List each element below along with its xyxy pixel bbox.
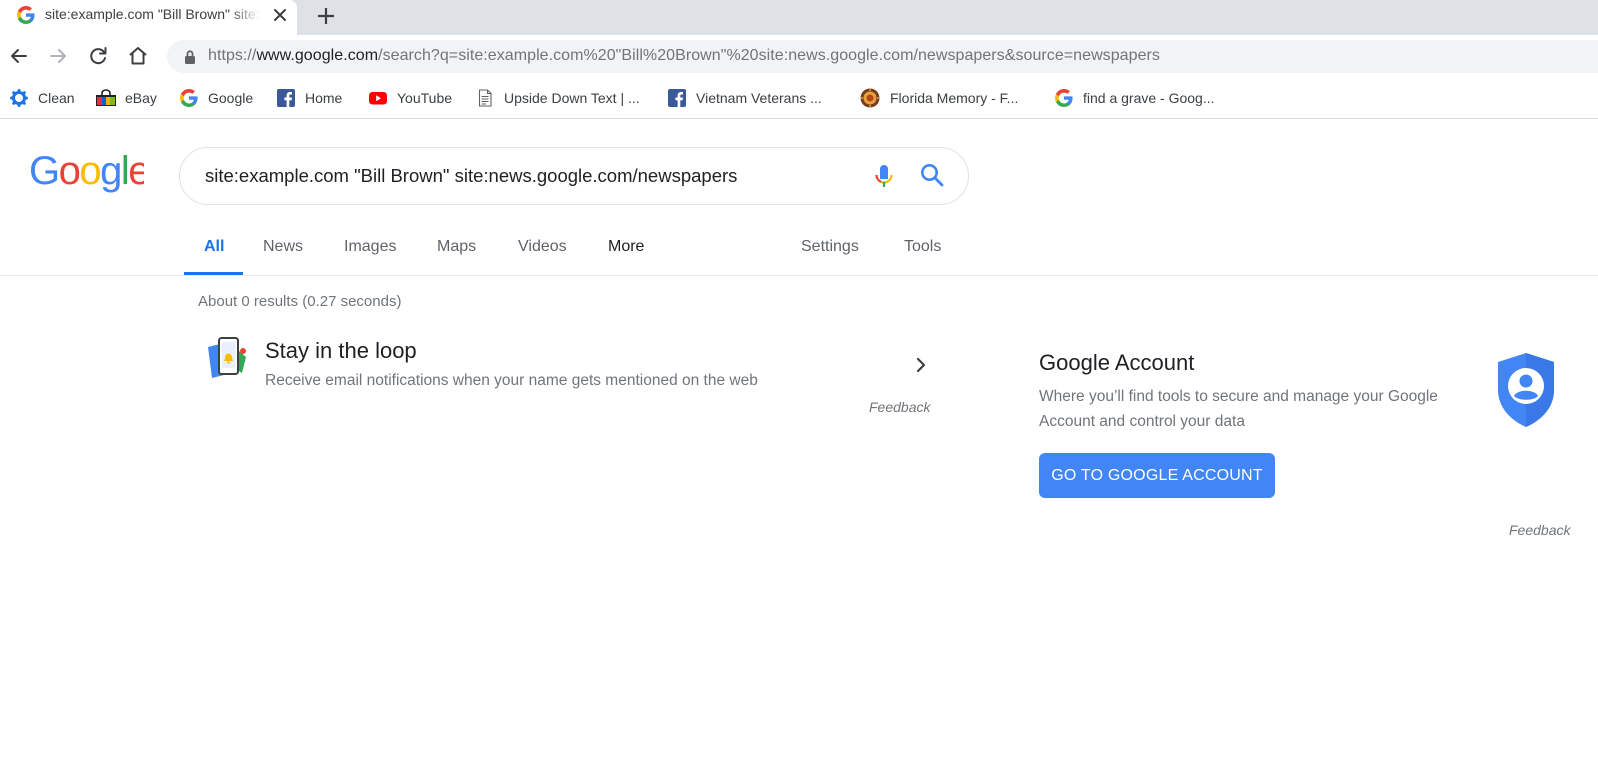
address-bar[interactable]: https://www.google.com/search?q=site:exa… [167, 40, 1598, 73]
account-shield-icon [1498, 353, 1554, 427]
lock-icon[interactable] [183, 49, 197, 65]
feedback-link[interactable]: Feedback [869, 399, 930, 415]
account-description: Where you’ll find tools to secure and ma… [1039, 388, 1438, 430]
url-prefix: https:// [208, 47, 257, 64]
tab-tools[interactable]: Tools [904, 238, 941, 256]
bookmark-label: Vietnam Veterans ... [696, 90, 822, 106]
facebook-icon [668, 89, 686, 107]
bookmark-label: YouTube [397, 90, 453, 106]
bookmark-ebay[interactable]: eBay [95, 86, 157, 110]
bookmark-label: Florida Memory - F... [890, 90, 1019, 106]
bookmark-home[interactable]: Home [277, 86, 342, 110]
home-icon[interactable] [126, 44, 150, 68]
plus-icon[interactable] [314, 4, 338, 28]
document-icon [478, 89, 492, 107]
bookmark-label: Clean [38, 90, 75, 106]
google-g-icon [17, 6, 35, 24]
facebook-icon [277, 89, 295, 107]
browser-toolbar: https://www.google.com/search?q=site:exa… [0, 35, 1598, 78]
bookmark-label: Google [208, 90, 254, 106]
shopping-bag-icon [96, 89, 116, 106]
forward-arrow-icon[interactable] [46, 44, 70, 68]
tab-news[interactable]: News [263, 238, 303, 256]
url-text: https://www.google.com/search?q=site:exa… [208, 47, 1160, 65]
bookmark-label: eBay [125, 90, 157, 106]
search-icon[interactable] [919, 162, 945, 188]
search-tabs: All News Images Maps Videos More Setting… [0, 230, 1598, 276]
reload-icon[interactable] [86, 44, 110, 68]
url-path: /search?q=site:example.com%20"Bill%20Bro… [378, 47, 1160, 64]
bookmark-label: Home [305, 90, 343, 106]
google-logo[interactable]: Google [29, 151, 144, 193]
tab-strip: site:example.com "Bill Brown" site:news.… [0, 0, 1598, 35]
result-stats: About 0 results (0.27 seconds) [198, 293, 402, 310]
bookmark-label: Upside Down Text | ... [504, 90, 640, 106]
account-title: Google Account [1039, 350, 1195, 375]
bookmarks-bar: Clean eBay Google Home YouTube Upside Do… [0, 78, 1598, 119]
feedback-link[interactable]: Feedback [1509, 522, 1570, 538]
active-tab-indicator [184, 272, 243, 275]
search-box[interactable]: site:example.com "Bill Brown" site:news.… [179, 147, 969, 205]
bookmark-upside-down-text[interactable]: Upside Down Text | ... [476, 86, 640, 110]
go-to-google-account-button[interactable]: GO TO GOOGLE ACCOUNT [1039, 453, 1275, 498]
youtube-icon [369, 92, 387, 105]
chevron-right-icon[interactable] [912, 354, 930, 376]
loop-title[interactable]: Stay in the loop [265, 338, 417, 364]
bookmark-vietnam-veterans[interactable]: Vietnam Veterans ... [668, 86, 822, 110]
search-input[interactable]: site:example.com "Bill Brown" site:news.… [205, 165, 737, 187]
tab-videos[interactable]: Videos [518, 238, 567, 256]
tab-settings[interactable]: Settings [801, 238, 859, 256]
bookmark-find-a-grave[interactable]: find a grave - Goog... [1055, 86, 1215, 110]
bookmark-google[interactable]: Google [180, 86, 253, 110]
svg-text:Google: Google [29, 151, 144, 193]
bookmark-clean[interactable]: Clean [10, 86, 75, 110]
browser-tab[interactable]: site:example.com "Bill Brown" site:news.… [0, 0, 297, 35]
gear-icon [10, 89, 28, 107]
florida-seal-icon [860, 88, 880, 108]
google-g-icon [180, 89, 198, 107]
google-g-icon [1055, 89, 1073, 107]
bookmark-label: find a grave - Goog... [1083, 90, 1215, 106]
tab-title: site:example.com "Bill Brown" site:news.… [45, 6, 261, 22]
tab-images[interactable]: Images [344, 238, 396, 256]
back-arrow-icon[interactable] [7, 44, 31, 68]
url-host: www.google.com [256, 47, 379, 64]
phone-notification-icon [208, 337, 246, 378]
tab-all[interactable]: All [204, 238, 224, 256]
tab-maps[interactable]: Maps [437, 238, 476, 256]
bookmark-florida-memory[interactable]: Florida Memory - F... [860, 86, 1018, 110]
bookmark-youtube[interactable]: YouTube [369, 86, 452, 110]
close-icon[interactable] [269, 4, 291, 26]
loop-description: Receive email notifications when your na… [265, 372, 758, 389]
tab-more[interactable]: More [608, 238, 644, 256]
microphone-icon[interactable] [871, 162, 897, 190]
